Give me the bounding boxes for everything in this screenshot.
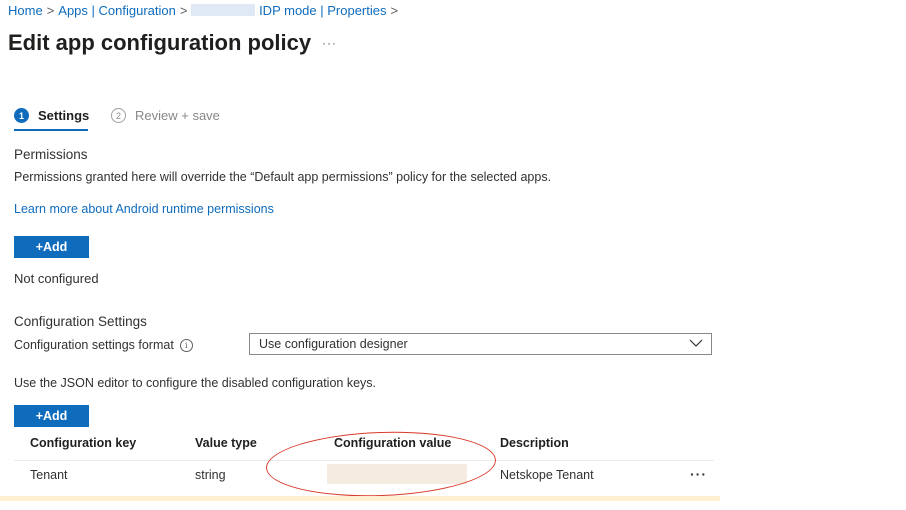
json-editor-hint: Use the JSON editor to configure the dis… — [14, 376, 377, 390]
breadcrumb: Home > Apps | Configuration > IDP mode | Pr… — [8, 3, 402, 18]
step-settings[interactable]: 1 Settings — [14, 108, 89, 123]
breadcrumb-separator: > — [46, 3, 55, 18]
redacted-text — [191, 4, 256, 16]
breadcrumb-separator: > — [179, 3, 188, 18]
column-header-description: Description — [500, 436, 569, 450]
format-label-row: Configuration settings format i — [14, 338, 193, 352]
breadcrumb-home[interactable]: Home — [8, 3, 43, 18]
step-label: Settings — [38, 108, 90, 123]
chevron-down-icon — [689, 339, 703, 347]
active-step-indicator — [14, 129, 88, 131]
page-title: Edit app configuration policy — [8, 30, 312, 55]
breadcrumb-idp-properties[interactable]: IDP mode | Properties — [259, 3, 386, 18]
more-options-icon[interactable]: ··· — [322, 36, 337, 50]
android-permissions-link[interactable]: Learn more about Android runtime permiss… — [14, 202, 274, 216]
row-more-icon[interactable]: ··· — [690, 466, 707, 482]
step-review-save[interactable]: 2 Review + save — [111, 108, 220, 123]
add-permission-button[interactable]: +Add — [14, 236, 89, 258]
cell-key: Tenant — [30, 468, 68, 482]
permissions-heading: Permissions — [14, 147, 88, 162]
format-label: Configuration settings format — [14, 338, 174, 352]
add-configuration-button[interactable]: +Add — [14, 405, 89, 427]
bottom-notice-strip — [0, 496, 720, 501]
column-header-type: Value type — [195, 436, 257, 450]
permissions-status: Not configured — [14, 271, 99, 286]
breadcrumb-separator: > — [390, 3, 399, 18]
cell-type: string — [195, 468, 226, 482]
configuration-format-select[interactable]: Use configuration designer — [249, 333, 712, 355]
configuration-settings-heading: Configuration Settings — [14, 314, 147, 329]
breadcrumb-apps-configuration[interactable]: Apps | Configuration — [58, 3, 176, 18]
select-value: Use configuration designer — [259, 337, 408, 351]
step-number: 2 — [111, 108, 126, 123]
info-icon[interactable]: i — [179, 339, 193, 352]
column-header-key: Configuration key — [30, 436, 137, 450]
permissions-description: Permissions granted here will override t… — [14, 170, 552, 184]
step-label: Review + save — [135, 108, 220, 123]
annotation-circle — [264, 428, 498, 500]
cell-description: Netskope Tenant — [500, 468, 594, 482]
step-number: 1 — [14, 108, 29, 123]
